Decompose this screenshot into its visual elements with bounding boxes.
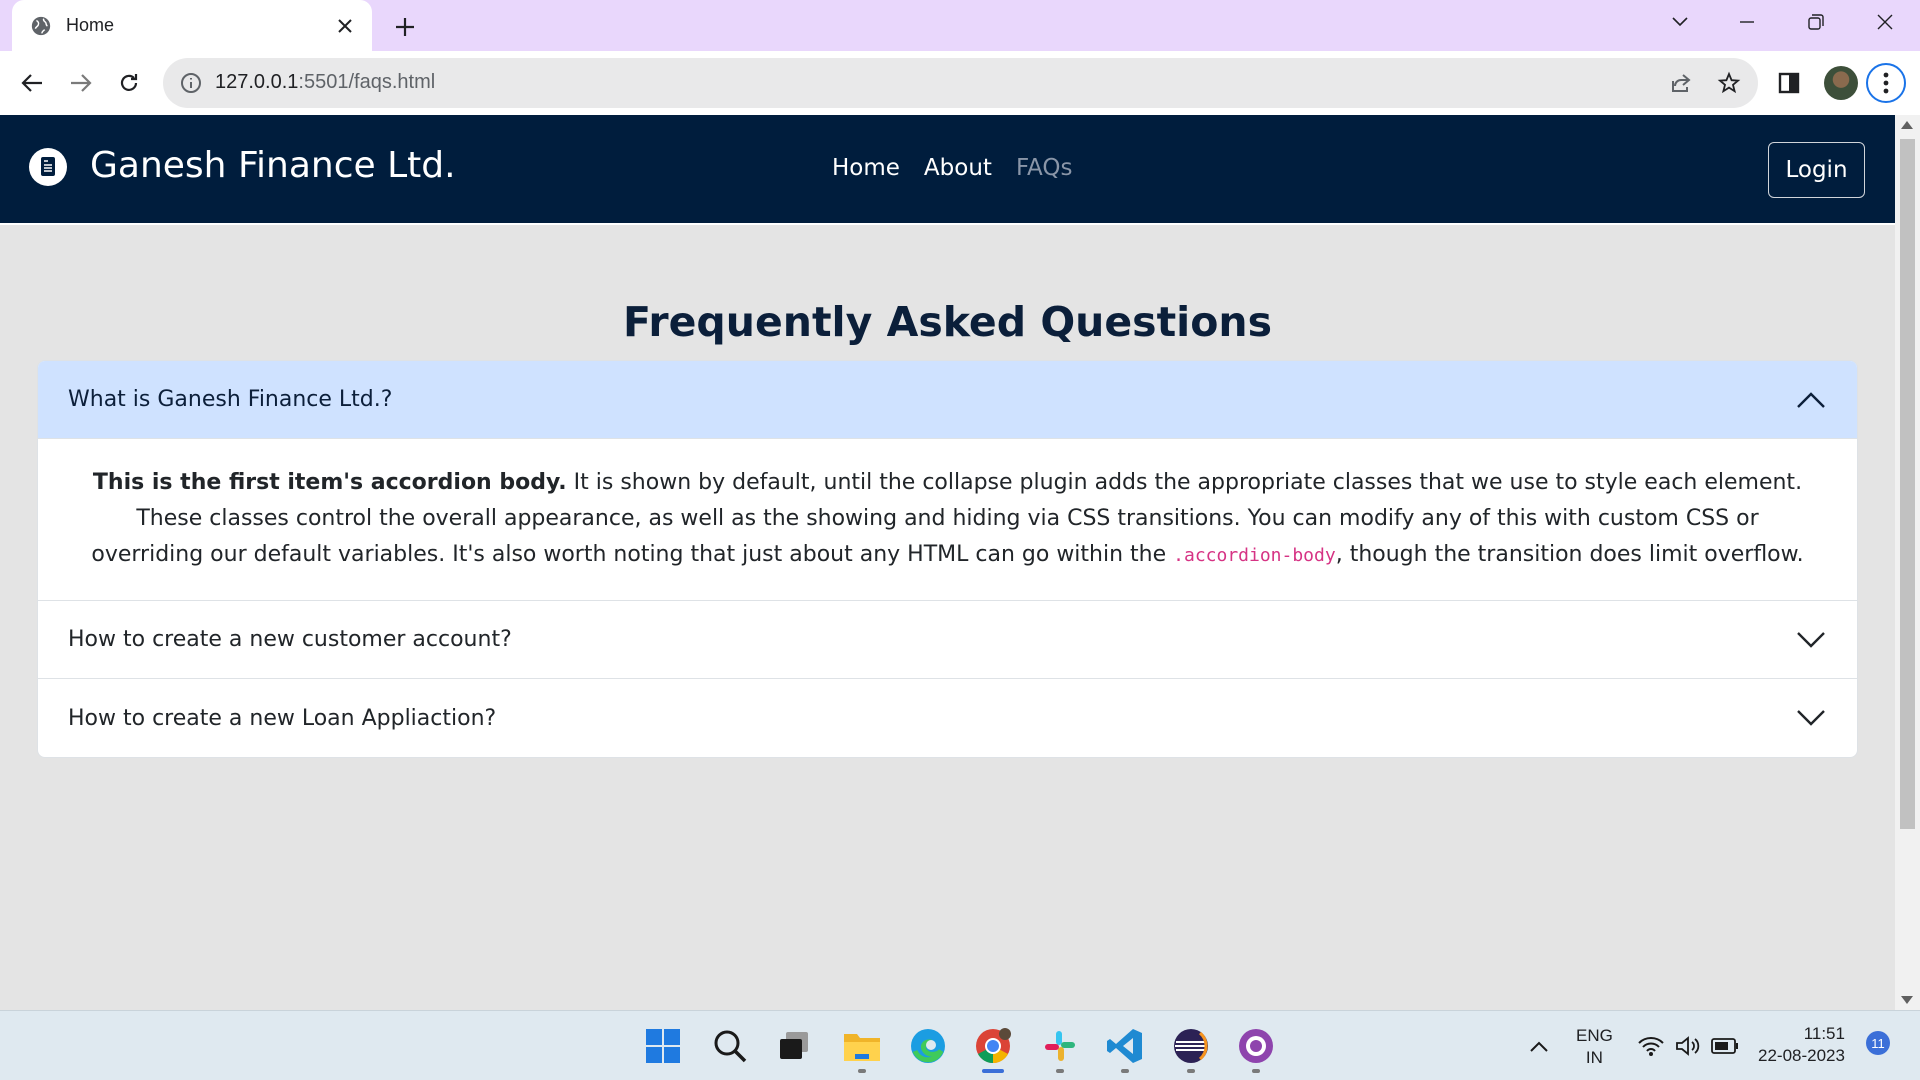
url-path: :5501/faqs.html — [298, 71, 436, 93]
close-window-button[interactable] — [1868, 8, 1902, 36]
windows-taskbar: ENG IN 11:51 22-08-2023 11 — [0, 1010, 1920, 1080]
input-language[interactable]: ENG IN — [1576, 1025, 1613, 1069]
brand-name[interactable]: Ganesh Finance Ltd. — [90, 145, 456, 186]
running-indicator-active — [982, 1069, 1004, 1073]
search-icon[interactable] — [709, 1025, 751, 1067]
battery-icon[interactable] — [1704, 1025, 1746, 1067]
windows-start-icon[interactable] — [642, 1025, 684, 1067]
accordion-header-2[interactable]: How to create a new customer account? — [38, 601, 1857, 679]
nav-link-faqs[interactable]: FAQs — [1016, 155, 1073, 181]
close-tab-icon[interactable] — [332, 13, 358, 39]
accordion-question: How to create a new Loan Appliaction? — [68, 705, 497, 731]
login-button[interactable]: Login — [1768, 142, 1865, 198]
edge-icon[interactable] — [907, 1025, 949, 1067]
chevron-down-icon — [1797, 710, 1825, 726]
nav-link-about[interactable]: About — [924, 155, 992, 181]
vscode-icon[interactable] — [1104, 1025, 1146, 1067]
profile-avatar[interactable] — [1824, 66, 1858, 100]
github-desktop-icon[interactable] — [1235, 1025, 1277, 1067]
running-indicator — [1121, 1069, 1129, 1073]
globe-icon — [31, 16, 51, 35]
brand-document-icon — [29, 148, 67, 186]
address-bar[interactable]: 127.0.0.1:5501/faqs.html — [163, 58, 1758, 108]
accordion-item: How to create a new Loan Appliaction? — [38, 679, 1857, 757]
chevron-down-icon — [1797, 631, 1825, 648]
page-scrollbar[interactable] — [1895, 115, 1920, 1010]
tab-title: Home — [66, 15, 115, 35]
browser-menu-icon[interactable] — [1866, 63, 1906, 103]
wifi-icon[interactable] — [1630, 1025, 1672, 1067]
new-tab-button[interactable] — [390, 12, 420, 42]
region-code: IN — [1585, 1048, 1603, 1067]
main-nav: Home About FAQs — [832, 155, 1096, 181]
running-indicator — [1252, 1069, 1260, 1073]
accordion-header-3[interactable]: How to create a new Loan Appliaction? — [38, 679, 1857, 757]
show-hidden-icons-chevron-icon[interactable] — [1518, 1025, 1560, 1067]
chevron-up-icon — [1797, 391, 1825, 408]
answer-code: .accordion-body — [1173, 545, 1336, 566]
clock-time: 11:51 — [1803, 1024, 1845, 1043]
accordion-header-1[interactable]: What is Ganesh Finance Ltd.? — [38, 361, 1857, 439]
bookmark-star-icon[interactable] — [1716, 70, 1742, 96]
running-indicator — [1187, 1069, 1195, 1073]
answer-strong-text: This is the first item's accordion body. — [92, 470, 567, 495]
file-explorer-icon[interactable] — [841, 1025, 883, 1067]
nav-link-home[interactable]: Home — [832, 155, 900, 181]
system-clock[interactable]: 11:51 22-08-2023 — [1758, 1023, 1845, 1067]
running-indicator — [1056, 1069, 1064, 1073]
browser-tab-strip: Home — [0, 0, 1920, 51]
slack-icon[interactable] — [1039, 1025, 1081, 1067]
share-icon[interactable] — [1668, 70, 1694, 96]
site-info-icon[interactable] — [179, 71, 203, 95]
url-text[interactable]: 127.0.0.1:5501/faqs.html — [215, 71, 435, 94]
eclipse-icon[interactable] — [1170, 1025, 1212, 1067]
task-view-icon[interactable] — [773, 1025, 815, 1067]
running-indicator — [858, 1069, 866, 1073]
tab-search-icon[interactable] — [1663, 8, 1697, 36]
restore-button[interactable] — [1799, 8, 1833, 36]
language-code: ENG — [1576, 1026, 1613, 1045]
scroll-thumb[interactable] — [1900, 139, 1915, 829]
chrome-icon[interactable] — [972, 1025, 1014, 1067]
side-panel-icon[interactable] — [1772, 66, 1806, 100]
browser-toolbar: 127.0.0.1:5501/faqs.html — [0, 51, 1920, 115]
scroll-down-arrow[interactable] — [1901, 996, 1913, 1004]
volume-icon[interactable] — [1667, 1025, 1709, 1067]
notification-count-badge[interactable]: 11 — [1866, 1031, 1890, 1055]
accordion-body-1: This is the first item's accordion body.… — [38, 439, 1857, 601]
forward-button[interactable] — [64, 66, 98, 100]
accordion-item: What is Ganesh Finance Ltd.? This is the… — [38, 361, 1857, 601]
url-host: 127.0.0.1 — [215, 71, 299, 93]
browser-tab[interactable]: Home — [12, 0, 372, 51]
back-button[interactable] — [15, 66, 49, 100]
accordion-question: What is Ganesh Finance Ltd.? — [68, 387, 393, 412]
reload-button[interactable] — [112, 66, 146, 100]
faq-accordion: What is Ganesh Finance Ltd.? This is the… — [37, 360, 1858, 758]
site-navbar: Ganesh Finance Ltd. Home About FAQs Logi… — [0, 115, 1895, 225]
page-title: Frequently Asked Questions — [623, 298, 1272, 346]
clock-date: 22-08-2023 — [1758, 1046, 1845, 1065]
answer-text-end: , though the transition does limit overf… — [1335, 542, 1804, 567]
page-viewport: Ganesh Finance Ltd. Home About FAQs Logi… — [0, 115, 1895, 1010]
accordion-question: How to create a new customer account? — [68, 627, 512, 652]
scroll-up-arrow[interactable] — [1901, 121, 1913, 129]
minimize-button[interactable] — [1730, 8, 1764, 36]
accordion-item: How to create a new customer account? — [38, 601, 1857, 679]
